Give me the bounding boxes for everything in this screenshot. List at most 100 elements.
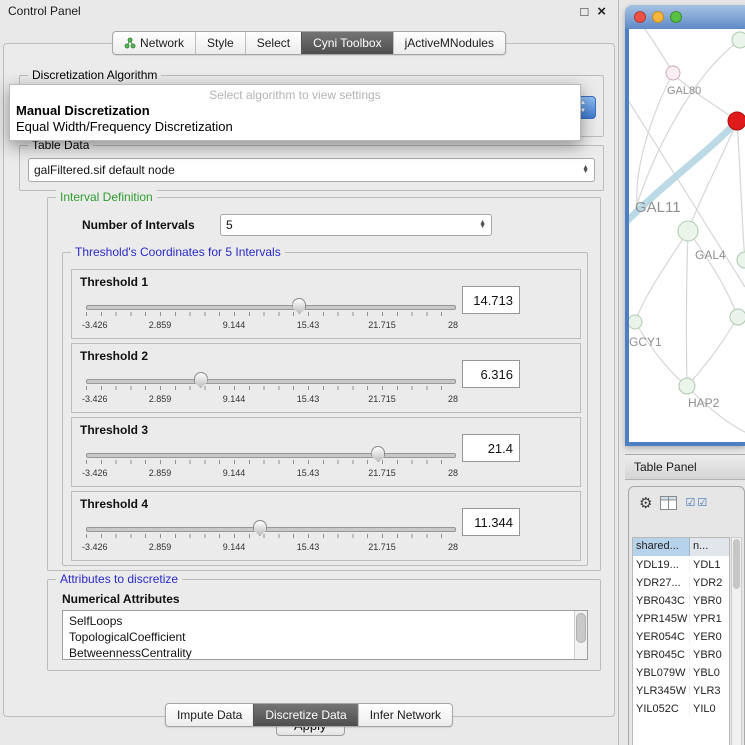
- table-data-combobox-value: galFiltered.sif default node: [34, 163, 175, 177]
- tab-infer-network[interactable]: Infer Network: [358, 704, 452, 726]
- tab-style[interactable]: Style: [195, 32, 245, 54]
- scrollbar-thumb[interactable]: [733, 539, 740, 589]
- table-row[interactable]: YLR345W YLR3: [633, 682, 729, 700]
- threshold-4-slider[interactable]: -3.426 2.859 9.144 15.43 21.715 28: [86, 520, 456, 558]
- columns-icon[interactable]: [660, 496, 677, 510]
- cell-shared-name[interactable]: YER054C: [633, 631, 690, 643]
- slider-track[interactable]: [86, 379, 456, 384]
- tab-discretize-data[interactable]: Discretize Data: [253, 704, 357, 726]
- scale-label: 2.859: [149, 468, 172, 478]
- table-row[interactable]: YER054C YER0: [633, 628, 729, 646]
- slider-track[interactable]: [86, 527, 456, 532]
- table-row[interactable]: YBR045C YBR0: [633, 646, 729, 664]
- table-row[interactable]: YPR145W YPR1: [633, 610, 729, 628]
- threshold-3-label: Threshold 3: [80, 423, 148, 437]
- top-tabbar: Network Style Select Cyni Toolbox jActiv…: [112, 31, 506, 55]
- minimize-traffic-light-icon[interactable]: [652, 11, 664, 23]
- cell-name[interactable]: YPR1: [690, 613, 729, 625]
- cell-name[interactable]: YBR0: [690, 649, 729, 661]
- bottom-tabbar: Impute Data Discretize Data Infer Networ…: [165, 703, 453, 727]
- close-icon[interactable]: ×: [597, 4, 606, 19]
- scale-label: 15.43: [297, 542, 320, 552]
- threshold-1-value-box[interactable]: 14.713: [462, 286, 520, 314]
- scale-label: 9.144: [223, 320, 246, 330]
- zoom-traffic-light-icon[interactable]: [670, 11, 682, 23]
- gene-node[interactable]: [629, 315, 642, 329]
- cell-shared-name[interactable]: YIL052C: [633, 703, 690, 715]
- slider-track[interactable]: [86, 453, 456, 458]
- node-label-hap2: HAP2: [688, 396, 720, 410]
- algorithm-dropdown-popup: Select algorithm to view settings Manual…: [9, 84, 581, 141]
- dropdown-option-equal-width-frequency[interactable]: Equal Width/Frequency Discretization: [10, 119, 580, 135]
- cell-name[interactable]: YDL1: [690, 559, 729, 571]
- table-scrollbar[interactable]: [731, 537, 742, 745]
- number-of-intervals-combobox[interactable]: 5 ▲▼: [220, 214, 492, 236]
- tab-network[interactable]: Network: [113, 32, 195, 54]
- cell-name[interactable]: YIL0: [690, 703, 729, 715]
- selected-node-red[interactable]: [728, 112, 745, 130]
- tab-cyni-toolbox[interactable]: Cyni Toolbox: [301, 32, 392, 54]
- checkbox-icon[interactable]: ☑: [697, 498, 707, 509]
- cell-name[interactable]: YER0: [690, 631, 729, 643]
- list-item-selfloops[interactable]: SelfLoops: [63, 613, 587, 629]
- network-canvas[interactable]: GAL80 GAL11 GAL4 GCY1 HAP2: [629, 29, 745, 442]
- gene-node[interactable]: [679, 378, 695, 394]
- table-data-combobox[interactable]: galFiltered.sif default node ▲▼: [28, 158, 595, 182]
- table-row[interactable]: YIL052C YIL0: [633, 700, 729, 718]
- table-data-group: Table Data galFiltered.sif default node …: [19, 145, 604, 191]
- tab-jactivemnodules[interactable]: jActiveMNodules: [393, 32, 505, 54]
- table-row[interactable]: YDR27... YDR2: [633, 574, 729, 592]
- slider-track[interactable]: [86, 305, 456, 310]
- close-traffic-light-icon[interactable]: [634, 11, 646, 23]
- cell-shared-name[interactable]: YLR345W: [633, 685, 690, 697]
- thresholds-coordinates-group-title: Threshold's Coordinates for 5 Intervals: [71, 245, 285, 259]
- checkbox-icon[interactable]: ☑: [685, 498, 695, 509]
- tab-impute-data-label: Impute Data: [177, 708, 242, 722]
- threshold-2-slider[interactable]: -3.426 2.859 9.144 15.43 21.715 28: [86, 372, 456, 410]
- threshold-2-value-box[interactable]: 6.316: [462, 360, 520, 388]
- cell-shared-name[interactable]: YDR27...: [633, 577, 690, 589]
- table-panel-window: ⚙ ☑ ☑ shared... n... YDL19... YDL1 YDR27…: [628, 486, 745, 745]
- numerical-attributes-list[interactable]: SelfLoops TopologicalCoefficient Between…: [62, 610, 588, 660]
- column-header-shared-name[interactable]: shared...: [633, 538, 690, 556]
- select-columns-icons[interactable]: ☑ ☑: [685, 498, 707, 509]
- node-table: shared... n... YDL19... YDL1 YDR27... YD…: [632, 537, 730, 745]
- cell-shared-name[interactable]: YBR043C: [633, 595, 690, 607]
- network-graph: GAL80 GAL11 GAL4 GCY1 HAP2: [629, 29, 745, 442]
- cell-shared-name[interactable]: YBL079W: [633, 667, 690, 679]
- table-toolbar: ⚙ ☑ ☑: [629, 490, 744, 516]
- cell-name[interactable]: YDR2: [690, 577, 729, 589]
- attributes-list-scrollbar[interactable]: [574, 611, 587, 659]
- threshold-1-slider[interactable]: -3.426 2.859 9.144 15.43 21.715 28: [86, 298, 456, 336]
- list-item-topologicalcoefficient[interactable]: TopologicalCoefficient: [63, 629, 587, 645]
- dropdown-option-manual-discretization[interactable]: Manual Discretization: [10, 103, 580, 119]
- gene-node-pink[interactable]: [666, 66, 680, 80]
- cell-shared-name[interactable]: YBR045C: [633, 649, 690, 661]
- scale-label: 9.144: [223, 542, 246, 552]
- network-window-titlebar[interactable]: [625, 5, 745, 29]
- gene-node[interactable]: [678, 221, 698, 241]
- gene-node[interactable]: [732, 32, 745, 48]
- scrollbar-thumb[interactable]: [576, 613, 586, 643]
- list-item-betweennesscentrality[interactable]: BetweennessCentrality: [63, 645, 587, 660]
- tab-select[interactable]: Select: [245, 32, 301, 54]
- column-header-name[interactable]: n...: [690, 538, 729, 556]
- minimize-icon[interactable]: □: [580, 5, 588, 18]
- tab-impute-data[interactable]: Impute Data: [166, 704, 253, 726]
- table-row[interactable]: YBL079W YBL0: [633, 664, 729, 682]
- cell-shared-name[interactable]: YDL19...: [633, 559, 690, 571]
- threshold-3-slider[interactable]: -3.426 2.859 9.144 15.43 21.715 28: [86, 446, 456, 484]
- cell-name[interactable]: YLR3: [690, 685, 729, 697]
- scale-label: 2.859: [149, 394, 172, 404]
- gene-node[interactable]: [737, 252, 745, 268]
- cell-shared-name[interactable]: YPR145W: [633, 613, 690, 625]
- threshold-4-value-box[interactable]: 11.344: [462, 508, 520, 536]
- threshold-3-value-box[interactable]: 21.4: [462, 434, 520, 462]
- table-row[interactable]: YBR043C YBR0: [633, 592, 729, 610]
- scale-label: -3.426: [82, 468, 108, 478]
- table-row[interactable]: YDL19... YDL1: [633, 556, 729, 574]
- gear-icon[interactable]: ⚙: [639, 496, 652, 511]
- gene-node[interactable]: [730, 309, 745, 325]
- cell-name[interactable]: YBR0: [690, 595, 729, 607]
- cell-name[interactable]: YBL0: [690, 667, 729, 679]
